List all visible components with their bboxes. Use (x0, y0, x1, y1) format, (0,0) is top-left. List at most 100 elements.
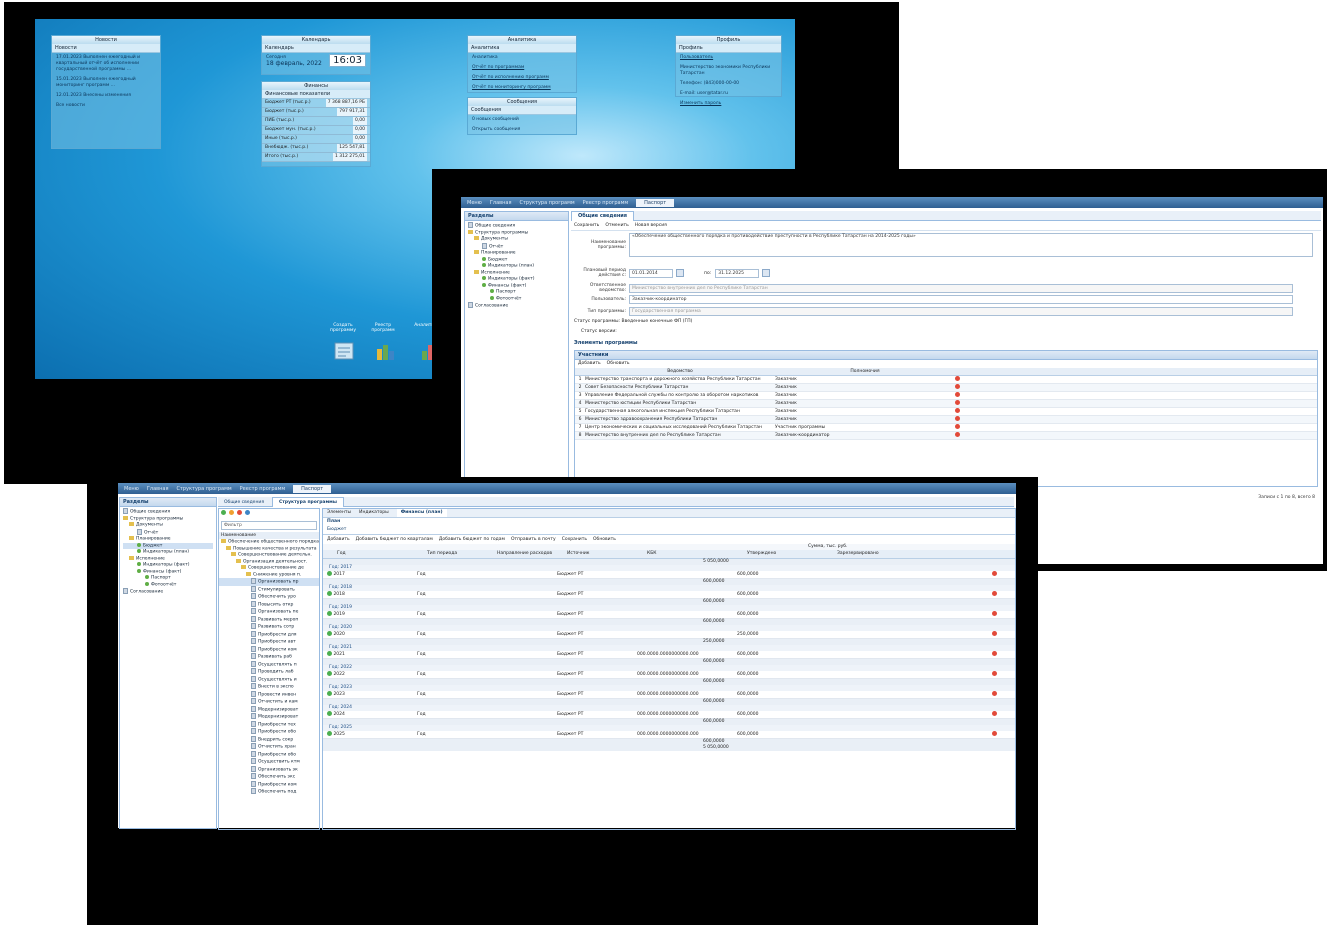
period-from-input[interactable]: 01.01.2014 (629, 268, 673, 278)
tab-registry[interactable]: Реестр программ (583, 200, 629, 206)
calendar-icon[interactable] (762, 269, 771, 277)
structure-node[interactable]: Приобрести обо (219, 728, 319, 736)
expand-icon[interactable] (327, 691, 332, 696)
delete-icon[interactable] (955, 432, 960, 437)
add-node-icon[interactable] (221, 510, 226, 515)
delete-icon[interactable] (992, 691, 997, 696)
col-direction[interactable]: Направление расходов (497, 550, 567, 558)
structure-node[interactable]: Отчистить хран (219, 743, 319, 751)
structure-node[interactable]: Организовать пр (219, 578, 319, 586)
delete-icon[interactable] (992, 631, 997, 636)
col-source[interactable]: Источник (567, 550, 647, 558)
widget-profile-title[interactable]: Профиль (676, 36, 781, 44)
budget-row[interactable]: 2017 Год Бюджет РТ 600,0000 (323, 571, 1015, 579)
col-year[interactable]: Год (323, 550, 427, 558)
tree-item[interactable]: Согласование (468, 302, 565, 310)
tab-passport[interactable]: Паспорт (636, 198, 675, 207)
analytics-link[interactable]: Отчёт по мониторингу программ (468, 83, 576, 93)
plan-tab[interactable]: План (323, 518, 1015, 526)
add-button[interactable]: Добавить (327, 537, 350, 542)
participant-row[interactable]: 5 Государственная алкогольная инспекция Р… (575, 408, 1317, 416)
period-to-input[interactable]: 31.12.2025 (715, 268, 760, 278)
analytics-link[interactable]: Отчёт по исполнению программ (468, 73, 576, 83)
save-button[interactable]: Сохранить (562, 537, 587, 542)
section-elements[interactable]: Элементы программы (574, 340, 638, 346)
structure-node[interactable]: Приобрести ком (219, 780, 319, 789)
refresh-participants-button[interactable]: Обновить (607, 360, 630, 368)
expand-icon[interactable] (327, 631, 332, 636)
structure-node[interactable]: Осуществить ктм (219, 758, 319, 766)
sub-tab-elements[interactable]: Элементы (327, 509, 351, 517)
tab-program-structure[interactable]: Структура программы (271, 497, 344, 507)
structure-node[interactable]: Обеспечить под (219, 788, 319, 796)
widget-finance-title[interactable]: Финансы (262, 82, 370, 90)
widget-analytics-title[interactable]: Аналитика (468, 36, 576, 44)
tab-general[interactable]: Общие сведения (571, 211, 635, 221)
tab-home[interactable]: Главная (147, 486, 169, 492)
structure-node[interactable]: Отчистить и кам (219, 698, 319, 706)
participant-row[interactable]: 6 Министерство здравоохранения Республики… (575, 416, 1317, 424)
type-select[interactable]: Государственная программа (629, 307, 1293, 316)
delete-icon[interactable] (992, 591, 997, 596)
widget-messages-title[interactable]: Сообщения (468, 98, 576, 106)
calendar-icon[interactable] (676, 269, 684, 277)
structure-node[interactable]: Обеспечение общественного порядка (219, 539, 319, 546)
structure-node[interactable]: Приобрести тех (219, 720, 319, 729)
expand-icon[interactable] (327, 651, 332, 656)
tab-home[interactable]: Главная (490, 200, 512, 206)
open-messages-link[interactable]: Открыть сообщения (468, 125, 576, 135)
structure-node[interactable]: Обеспечить экс (219, 773, 319, 781)
structure-node[interactable]: Организовать эк (219, 765, 319, 774)
structure-node[interactable]: Приобрести для (219, 630, 319, 639)
analytics-link[interactable]: Отчёт по программам (468, 63, 576, 73)
budget-row[interactable]: 2020 Год Бюджет РТ 250,0000 (323, 631, 1015, 639)
widget-calendar-title[interactable]: Календарь (262, 36, 370, 44)
structure-filter-input[interactable]: Фильтр (221, 521, 317, 530)
expand-icon[interactable] (327, 571, 332, 576)
structure-node[interactable]: Стимулировать (219, 585, 319, 594)
registry-icon[interactable] (375, 341, 397, 361)
tree-item[interactable]: Общие сведения (123, 508, 213, 516)
send-mail-button[interactable]: Отправить в почту (511, 537, 556, 542)
expand-icon[interactable] (327, 671, 332, 676)
col-period[interactable]: Тип периода (427, 550, 497, 558)
edit-node-icon[interactable] (229, 510, 234, 515)
delete-icon[interactable] (955, 376, 960, 381)
delete-icon[interactable] (955, 424, 960, 429)
create-program-icon[interactable] (333, 341, 355, 361)
structure-node[interactable]: Развивать раб (219, 653, 319, 661)
participant-row[interactable]: 8 Министерство внутренних дел по Республи… (575, 432, 1317, 440)
structure-node[interactable]: Обеспечить уро (219, 593, 319, 601)
expand-icon[interactable] (327, 731, 332, 736)
structure-node[interactable]: Повысить откр (219, 600, 319, 609)
delete-icon[interactable] (955, 408, 960, 413)
refresh-button[interactable]: Обновить (593, 537, 616, 542)
structure-node[interactable]: Организовать пе (219, 608, 319, 616)
tab-general[interactable]: Общие сведения (218, 498, 270, 507)
tab-registry[interactable]: Реестр программ (240, 486, 286, 492)
tree-item[interactable]: Отчёт (123, 528, 213, 537)
new-version-button[interactable]: Новая версия (635, 223, 667, 228)
structure-node[interactable]: Совершенствование деятельн. (219, 552, 319, 559)
tree-item[interactable]: Общие сведения (468, 222, 565, 230)
col-approved[interactable]: Утверждено (747, 550, 837, 558)
tab-structure[interactable]: Структура программ (519, 200, 574, 206)
structure-node[interactable]: Внедрить сокр (219, 735, 319, 744)
budget-row[interactable]: 2018 Год Бюджет РТ 600,0000 (323, 591, 1015, 599)
cancel-button[interactable]: Отменить (605, 223, 628, 228)
tab-menu[interactable]: Меню (467, 200, 482, 206)
tab-structure[interactable]: Структура программ (176, 486, 231, 492)
add-participant-button[interactable]: Добавить (578, 360, 601, 368)
budget-row[interactable]: 2022 Год Бюджет РТ 000.0000.0000000000.000 6… (323, 671, 1015, 679)
tree-item[interactable]: Отчёт (468, 242, 565, 251)
tab-menu[interactable]: Меню (124, 486, 139, 492)
delete-icon[interactable] (992, 731, 997, 736)
col-role[interactable]: Полномочия (775, 368, 955, 375)
calendar-date[interactable]: 18 февраль, 2022 (266, 60, 322, 67)
save-button[interactable]: Сохранить (574, 223, 599, 228)
delete-icon[interactable] (992, 611, 997, 616)
structure-node[interactable]: Приобрести авт (219, 638, 319, 646)
budget-tab[interactable]: Бюджет (323, 526, 1015, 535)
structure-node[interactable]: Осуществлять и (219, 675, 319, 684)
participants-title[interactable]: Участники (575, 351, 1317, 360)
